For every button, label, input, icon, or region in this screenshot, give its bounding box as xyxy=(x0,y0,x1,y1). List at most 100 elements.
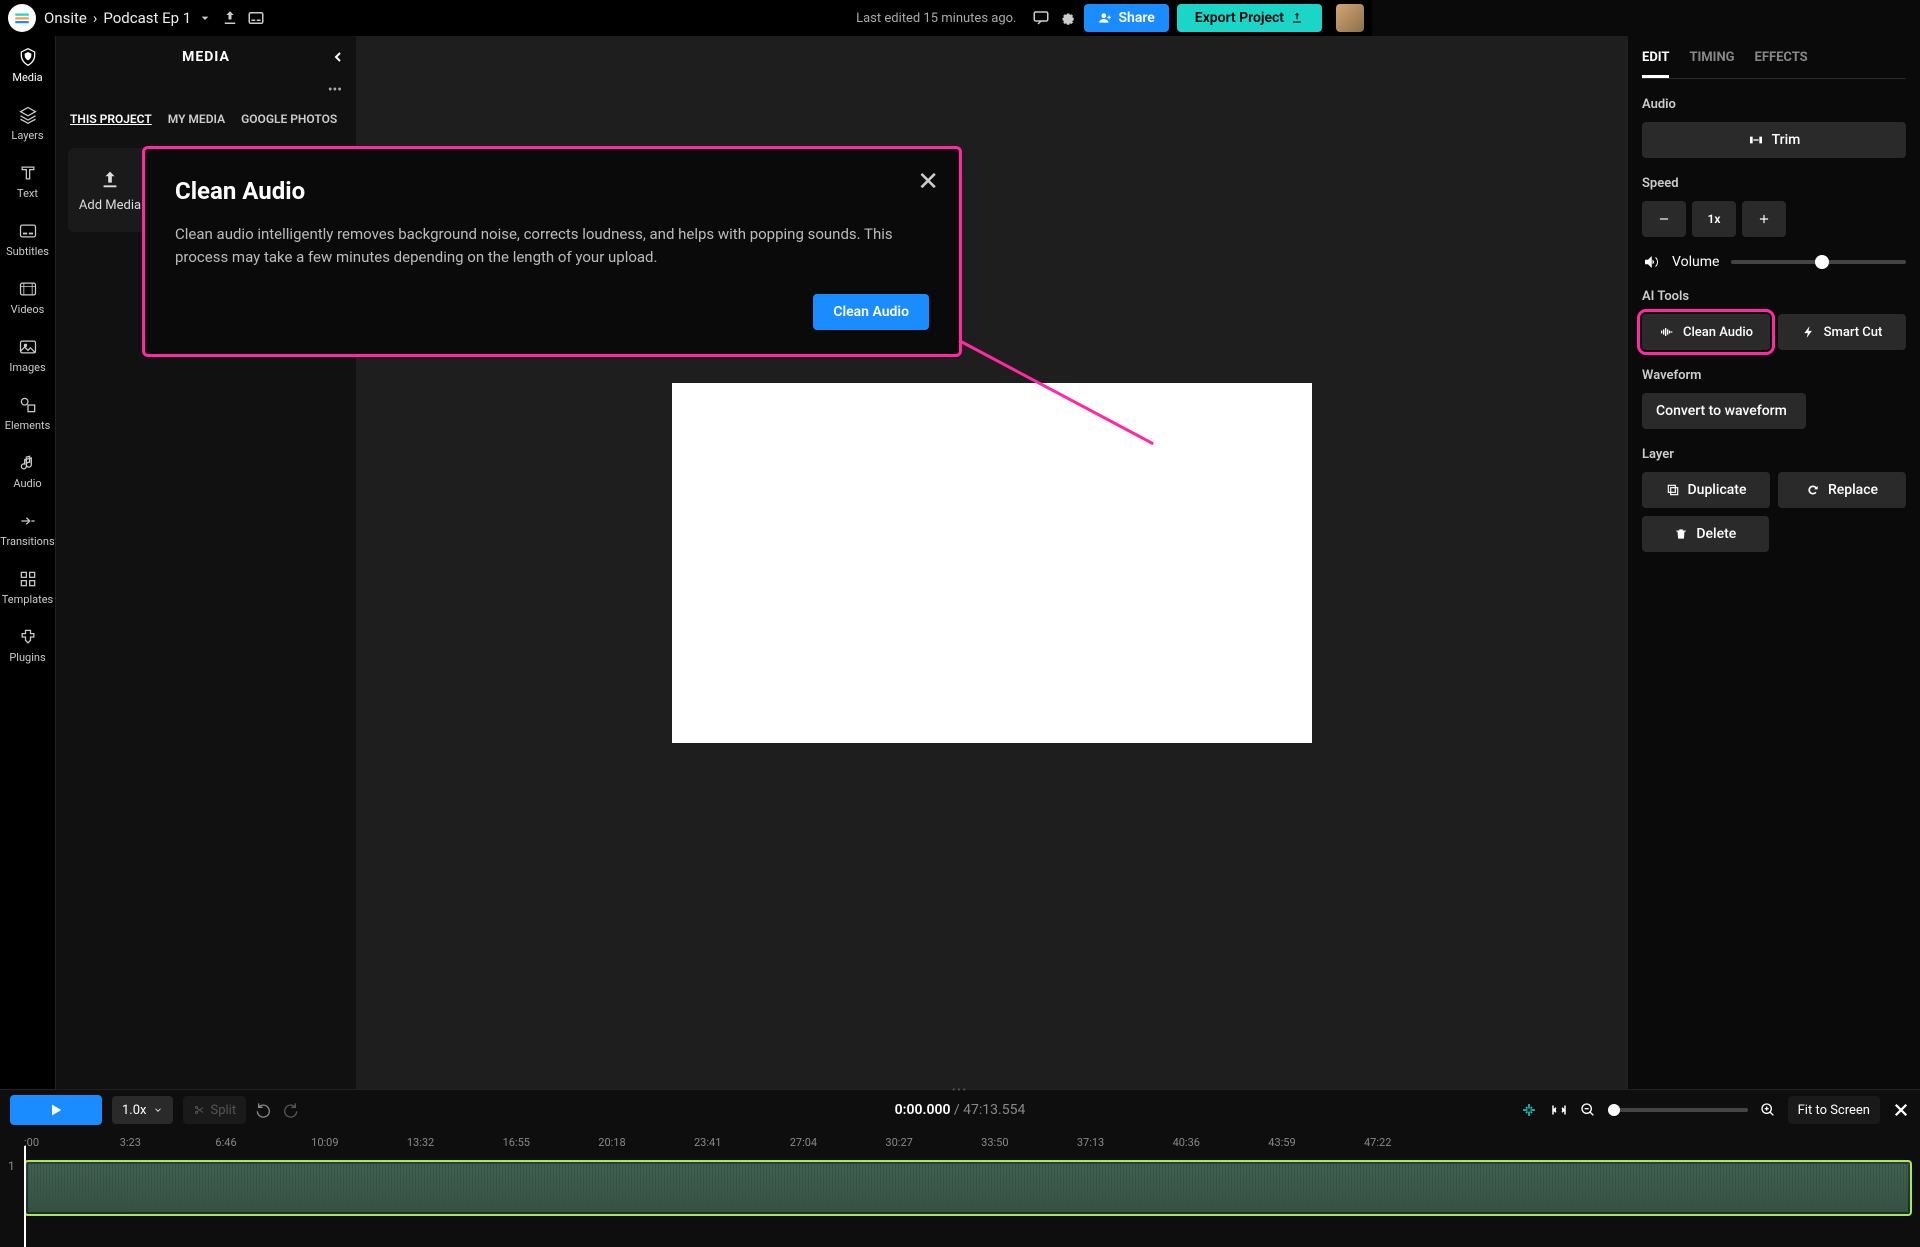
ruler-tick: 30:27 xyxy=(885,1136,912,1149)
undo-icon[interactable] xyxy=(256,1102,272,1118)
properties-tabs: EDIT TIMING EFFECTS xyxy=(1642,50,1906,79)
add-media-button[interactable]: Add Media xyxy=(68,148,152,232)
media-tabs: THIS PROJECT MY MEDIA GOOGLE PHOTOS xyxy=(56,102,356,136)
media-tab-my-media[interactable]: MY MEDIA xyxy=(168,112,225,126)
clean-audio-modal: Clean Audio ✕ Clean audio intelligently … xyxy=(142,146,962,357)
tab-timing[interactable]: TIMING xyxy=(1689,50,1734,78)
clean-audio-label: Clean Audio xyxy=(1683,325,1753,340)
breadcrumb-child: Podcast Ep 1 xyxy=(103,9,191,27)
fit-width-icon[interactable] xyxy=(1550,1101,1568,1119)
duplicate-label: Duplicate xyxy=(1688,482,1747,498)
captions-icon[interactable] xyxy=(247,9,265,27)
rail-label: Templates xyxy=(2,593,53,606)
rail-audio[interactable]: Audio xyxy=(0,442,55,500)
rail-label: Images xyxy=(9,361,45,374)
audio-track[interactable] xyxy=(24,1160,1912,1216)
modal-clean-audio-button[interactable]: Clean Audio xyxy=(813,294,929,330)
tab-effects[interactable]: EFFECTS xyxy=(1755,50,1808,78)
rail-label: Videos xyxy=(11,303,45,316)
media-tab-this-project[interactable]: THIS PROJECT xyxy=(70,112,152,126)
trim-icon xyxy=(1748,132,1764,148)
clean-audio-button[interactable]: Clean Audio xyxy=(1642,314,1770,350)
trim-button[interactable]: Trim xyxy=(1642,122,1906,158)
export-icon xyxy=(1290,11,1304,25)
rail-label: Plugins xyxy=(9,651,45,664)
playback-speed-value: 1.0x xyxy=(122,1103,147,1118)
trash-icon xyxy=(1674,527,1688,541)
ruler-tick: 6:46 xyxy=(215,1136,236,1149)
speed-decrease-button[interactable] xyxy=(1642,201,1686,237)
rail-label: Subtitles xyxy=(6,245,49,258)
chevron-down-icon[interactable] xyxy=(197,10,213,26)
canvas[interactable] xyxy=(672,383,1312,743)
playhead[interactable] xyxy=(24,1146,26,1247)
rail-label: Elements xyxy=(5,419,51,432)
ruler-tick: 47:22 xyxy=(1364,1136,1391,1149)
time-sep: / xyxy=(950,1102,963,1118)
copy-icon xyxy=(1666,483,1680,497)
media-more-icon[interactable]: ••• xyxy=(56,78,356,102)
upload-icon xyxy=(99,168,121,190)
section-audio: Audio xyxy=(1642,97,1906,112)
rail-templates[interactable]: Templates xyxy=(0,558,55,616)
rail-videos[interactable]: Videos xyxy=(0,268,55,326)
convert-waveform-button[interactable]: Convert to waveform xyxy=(1642,393,1806,429)
tab-edit[interactable]: EDIT xyxy=(1642,50,1669,78)
export-button[interactable]: Export Project xyxy=(1177,4,1322,32)
timecode: 0:00.000 / 47:13.554 xyxy=(895,1102,1026,1118)
gear-icon[interactable] xyxy=(1058,9,1076,27)
avatar[interactable] xyxy=(1336,4,1364,32)
rail-subtitles[interactable]: Subtitles xyxy=(0,210,55,268)
play-button[interactable] xyxy=(10,1095,102,1125)
upload-icon[interactable] xyxy=(221,9,239,27)
rail-transitions[interactable]: Transitions xyxy=(0,500,55,558)
export-label: Export Project xyxy=(1195,10,1284,26)
share-label: Share xyxy=(1118,10,1154,26)
volume-slider[interactable] xyxy=(1731,260,1906,264)
replace-button[interactable]: Replace xyxy=(1778,472,1906,508)
breadcrumb-parent: Onsite xyxy=(44,9,87,27)
timeline-ruler[interactable]: :003:236:4610:0913:3216:5520:1823:4127:0… xyxy=(0,1130,1920,1154)
rail-elements[interactable]: Elements xyxy=(0,384,55,442)
media-title: MEDIA xyxy=(182,49,230,65)
rail-images[interactable]: Images xyxy=(0,326,55,384)
smart-cut-button[interactable]: Smart Cut xyxy=(1778,314,1906,350)
collapse-icon[interactable] xyxy=(330,49,346,65)
split-label: Split xyxy=(211,1103,237,1118)
ruler-tick: 33:50 xyxy=(981,1136,1008,1149)
waveform-icon xyxy=(1659,324,1675,340)
ruler-tick: :00 xyxy=(24,1136,39,1149)
zoom-out-icon[interactable] xyxy=(1580,1102,1596,1118)
rail-plugins[interactable]: Plugins xyxy=(0,616,55,674)
playback-speed-button[interactable]: 1.0x xyxy=(112,1096,173,1124)
breadcrumb[interactable]: Onsite › Podcast Ep 1 xyxy=(44,9,213,27)
rail-media[interactable]: Media xyxy=(0,36,55,94)
close-icon[interactable] xyxy=(1892,1101,1910,1119)
duplicate-button[interactable]: Duplicate xyxy=(1642,472,1770,508)
modal-close-button[interactable]: ✕ xyxy=(917,167,939,197)
delete-button[interactable]: Delete xyxy=(1642,516,1769,552)
speed-increase-button[interactable] xyxy=(1742,201,1786,237)
replace-label: Replace xyxy=(1828,482,1878,498)
rail-text[interactable]: Text xyxy=(0,152,55,210)
play-icon xyxy=(48,1102,64,1118)
zoom-slider[interactable] xyxy=(1608,1108,1748,1112)
volume-label: Volume xyxy=(1672,254,1719,270)
media-tab-google-photos[interactable]: GOOGLE PHOTOS xyxy=(241,112,337,126)
properties-panel: EDIT TIMING EFFECTS Audio Trim Speed 1x … xyxy=(1628,36,1920,1089)
fit-screen-button[interactable]: Fit to Screen xyxy=(1788,1096,1880,1124)
section-speed: Speed xyxy=(1642,176,1906,191)
rail-layers[interactable]: Layers xyxy=(0,94,55,152)
refresh-icon xyxy=(1806,483,1820,497)
comments-icon[interactable] xyxy=(1032,9,1050,27)
app-logo[interactable] xyxy=(8,4,36,32)
ruler-tick: 3:23 xyxy=(120,1136,141,1149)
share-button[interactable]: Share xyxy=(1084,4,1168,32)
redo-icon[interactable] xyxy=(282,1102,298,1118)
speed-value[interactable]: 1x xyxy=(1692,201,1736,237)
split-button[interactable]: Split xyxy=(183,1096,247,1124)
snap-icon[interactable] xyxy=(1520,1101,1538,1119)
chevron-down-icon xyxy=(153,1105,163,1115)
ruler-tick: 43:59 xyxy=(1268,1136,1295,1149)
zoom-in-icon[interactable] xyxy=(1760,1102,1776,1118)
